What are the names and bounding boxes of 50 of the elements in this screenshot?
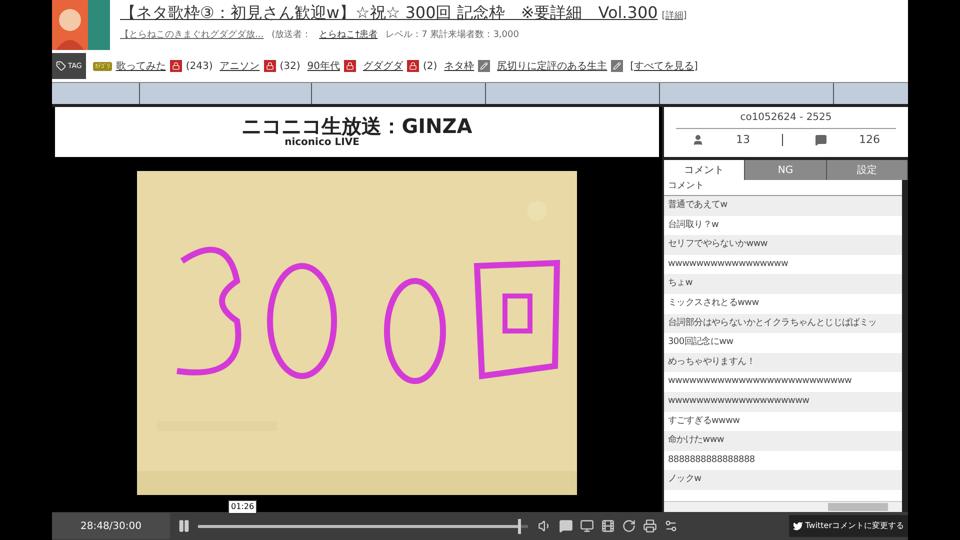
comment-row[interactable]: wwwwwwwwwwwwwwwwwwww	[664, 392, 902, 412]
screen-icon[interactable]	[580, 519, 594, 533]
bird-icon	[793, 521, 804, 531]
tag-link[interactable]: 歌ってみた	[116, 58, 166, 74]
twitter-button[interactable]: Twitterコメントに変更する	[789, 515, 908, 537]
comment-row[interactable]: ちょw	[664, 274, 902, 294]
comment-row[interactable]: ノックw	[664, 470, 902, 490]
tag-link[interactable]: グダグダ	[362, 58, 403, 74]
comment-toggle-icon[interactable]	[559, 519, 573, 533]
pause-icon[interactable]	[177, 519, 191, 533]
comment-row[interactable]: 普通であえてw	[664, 196, 902, 216]
avatar-thumbnail[interactable]	[52, 0, 88, 50]
logo-subtitle: niconico LIVE	[284, 137, 360, 149]
edit-icon[interactable]	[611, 60, 624, 72]
horizontal-scrollbar[interactable]	[664, 501, 902, 512]
tag-link[interactable]: 90年代	[307, 58, 340, 74]
broadcaster-link[interactable]: とらねこ†患者	[319, 29, 378, 42]
stream-title: 【ネタ歌枠③：初見さん歓迎w】☆祝☆ 300回 記念枠 ※要詳細 Vol.300	[120, 3, 658, 23]
printer-icon[interactable]	[643, 519, 657, 533]
film-icon[interactable]	[601, 519, 615, 533]
broadcaster-label: (放送者：	[272, 29, 312, 42]
viewer-icon	[692, 134, 704, 146]
comment-row[interactable]: 命かけたwww	[664, 431, 902, 451]
tag-link[interactable]: ネタ枠	[444, 58, 474, 74]
detail-link[interactable]: [詳細]	[662, 10, 687, 23]
comment-icon	[815, 134, 827, 146]
tag-count: (243)	[186, 60, 213, 74]
time-display: 28:48/30:00	[52, 513, 170, 539]
seek-thumb[interactable]	[518, 518, 522, 534]
tag-count: (32)	[280, 60, 300, 74]
reload-icon[interactable]	[622, 519, 636, 533]
tag-count: (2)	[422, 60, 438, 74]
settings-icon[interactable]	[664, 519, 678, 533]
viewer-count: 13	[736, 132, 750, 148]
stream-stats: レベル：7 累計来場者数：3,000	[386, 29, 519, 42]
edit-icon[interactable]	[478, 60, 490, 72]
comment-row[interactable]: 台詞部分はやらないかとイクラちゃんとじじばばミッ	[664, 314, 902, 334]
tag-link[interactable]: アニソン	[220, 58, 260, 74]
logo-title: ニコニコ生放送：GINZA	[242, 115, 472, 137]
comment-row[interactable]: セリフでやらないかwww	[664, 235, 902, 255]
community-link[interactable]: 【とらねこのきまぐれグダグダ放...	[120, 29, 264, 42]
seek-bar[interactable]	[198, 518, 531, 534]
time-tooltip: 01:26	[228, 500, 258, 514]
comment-row[interactable]: 8888888888888888	[664, 450, 902, 470]
comment-row[interactable]: めっちゃやりますん！	[664, 352, 902, 372]
community-id: co1052624 - 2525	[676, 110, 896, 129]
see-all-link[interactable]: [すべてを見る]	[630, 58, 698, 74]
tag-link[interactable]: 尻切りに定評のある生主	[497, 58, 608, 74]
panel-tab[interactable]: コメント	[664, 160, 746, 180]
comment-count: 126	[859, 132, 880, 148]
